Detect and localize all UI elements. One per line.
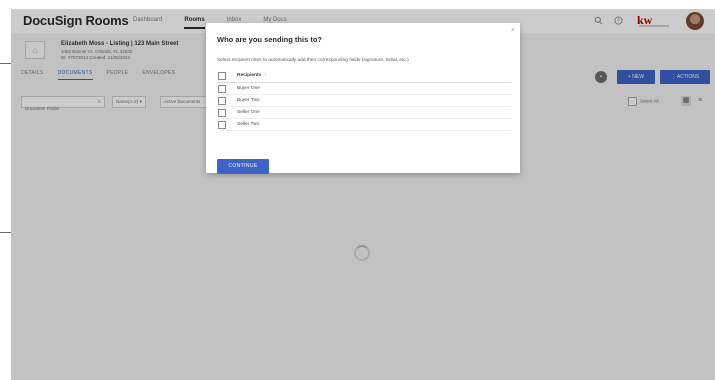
sort-arrow-icon[interactable]: ↑ [264, 73, 266, 78]
recipient-row[interactable]: Seller One [217, 107, 511, 119]
select-all-recipients-checkbox[interactable] [218, 72, 226, 80]
close-icon[interactable]: × [511, 27, 515, 34]
recipient-checkbox[interactable] [218, 85, 226, 93]
dialog-title: Who are you sending this to? [217, 35, 322, 44]
edge-marker [0, 232, 11, 233]
continue-button[interactable]: CONTINUE [217, 159, 269, 174]
recipient-label: Seller Two [237, 122, 260, 127]
recipient-table: Recipients ↑ Buyer One Buyer Two Seller O… [217, 69, 511, 131]
send-to-dialog: × Who are you sending this to? Select re… [206, 23, 520, 174]
recipients-column-header[interactable]: Recipients [237, 73, 261, 78]
recipient-checkbox[interactable] [218, 109, 226, 117]
recipient-row[interactable]: Buyer One [217, 83, 511, 95]
edge-marker [0, 63, 11, 64]
dialog-description: Select recipient roles to automatically … [217, 58, 409, 63]
recipient-checkbox[interactable] [218, 97, 226, 105]
recipient-header-row: Recipients ↑ [217, 69, 511, 83]
recipient-label: Buyer Two [237, 98, 260, 103]
recipient-label: Seller One [237, 110, 260, 115]
app-window: DocuSign Rooms Dashboard Rooms Inbox My … [11, 9, 715, 380]
recipient-label: Buyer One [237, 86, 260, 91]
recipient-checkbox[interactable] [218, 121, 226, 129]
recipient-row[interactable]: Buyer Two [217, 95, 511, 107]
recipient-row[interactable]: Seller Two [217, 119, 511, 131]
